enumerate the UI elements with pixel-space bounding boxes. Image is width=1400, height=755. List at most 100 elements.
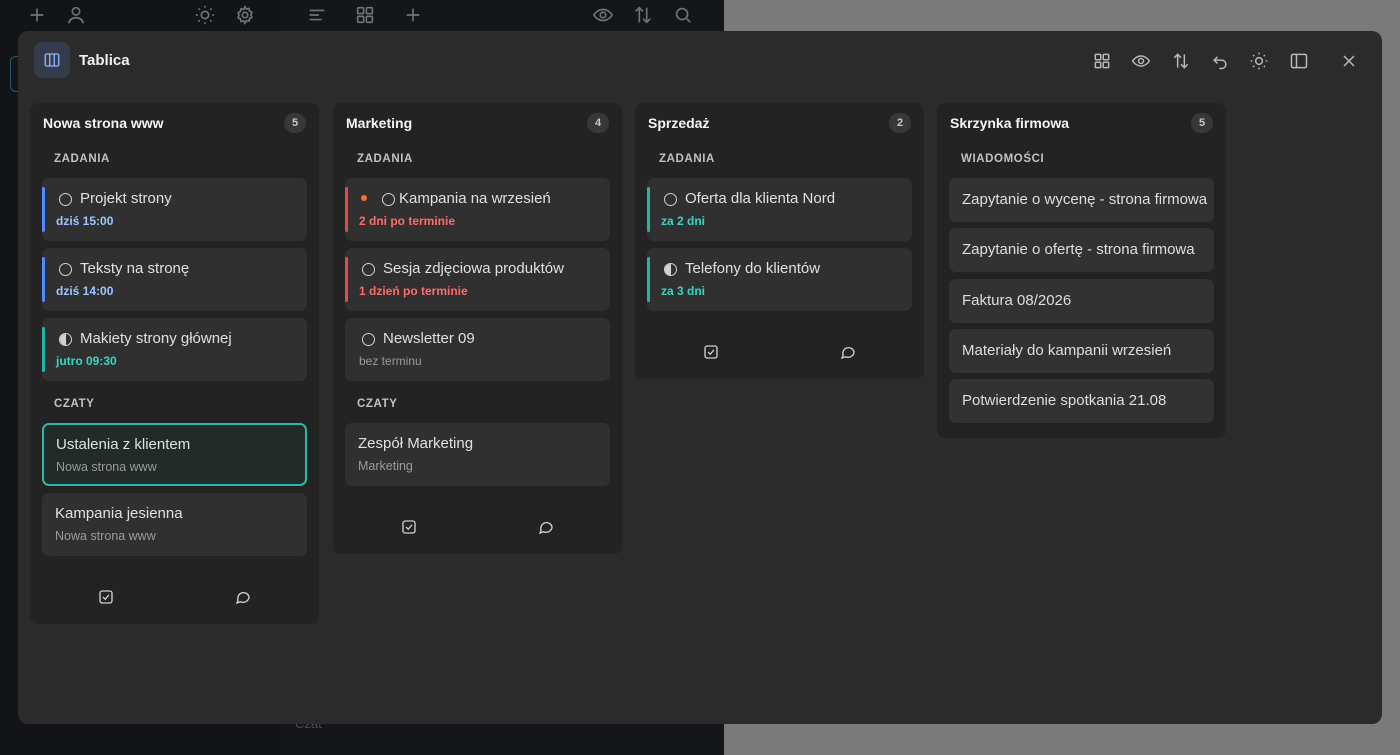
section-label: CZATY	[54, 398, 95, 410]
task-title: Sesja zdjęciowa produktów	[383, 260, 564, 277]
chat-title: Kampania jesienna	[55, 505, 183, 522]
task-status-circle-icon[interactable]	[362, 333, 375, 346]
chat-card-active[interactable]: Ustalenia z klientem Nowa strona www	[42, 423, 307, 486]
chat-project: Nowa strona www	[56, 460, 157, 474]
search-icon	[672, 4, 694, 26]
board-column: Skrzynka firmowa 5 WIADOMOŚCI Zapytanie …	[937, 103, 1226, 438]
task-status-circle-icon[interactable]	[362, 263, 375, 276]
board-column: Marketing 4 ZADANIA Kampania na wrzesień…	[333, 103, 622, 554]
add-task-checkbox-icon[interactable]	[97, 588, 117, 608]
task-accent-bar	[647, 187, 650, 232]
brightness-icon[interactable]	[1248, 50, 1270, 72]
task-title: Oferta dla klienta Nord	[685, 190, 836, 207]
add-chat-bubble-icon[interactable]	[537, 518, 557, 538]
task-title: Telefony do klientów	[685, 260, 821, 277]
grid-icon[interactable]	[1091, 50, 1113, 72]
column-footer	[635, 311, 924, 379]
task-due: 1 dzień po terminie	[359, 284, 468, 298]
add-chat-bubble-icon[interactable]	[839, 343, 859, 363]
task-card[interactable]: Projekt strony dziś 15:00	[42, 178, 307, 241]
eye-icon[interactable]	[1130, 50, 1152, 72]
section-label: ZADANIA	[54, 153, 110, 165]
message-card[interactable]: Zapytanie o ofertę - strona firmowa	[949, 228, 1214, 272]
task-accent-bar	[345, 257, 348, 302]
column-footer	[333, 486, 622, 554]
brightness-icon	[194, 4, 216, 26]
task-title: Newsletter 09	[383, 330, 475, 347]
message-card[interactable]: Materiały do kampanii wrzesień	[949, 329, 1214, 373]
task-title: Teksty na stronę	[80, 260, 190, 277]
task-status-circle-icon[interactable]	[382, 193, 395, 206]
column-title: Skrzynka firmowa	[950, 115, 1070, 131]
column-header: Nowa strona www 5	[30, 103, 319, 143]
section-label: ZADANIA	[659, 153, 715, 165]
unread-dot-icon	[361, 195, 367, 201]
task-accent-bar	[647, 257, 650, 302]
column-count-badge: 4	[587, 113, 609, 133]
task-accent-bar	[345, 187, 348, 232]
message-title: Faktura 08/2026	[962, 292, 1072, 309]
task-due: dziś 15:00	[56, 214, 114, 228]
message-title: Materiały do kampanii wrzesień	[962, 342, 1172, 359]
task-half-progress-icon[interactable]	[59, 333, 72, 346]
task-card[interactable]: Newsletter 09 bez terminu	[345, 318, 610, 381]
sort-icon[interactable]	[1170, 50, 1192, 72]
board-column: Sprzedaż 2 ZADANIA Oferta dla klienta No…	[635, 103, 924, 379]
task-title: Makiety strony głównej	[80, 330, 232, 347]
task-status-circle-icon[interactable]	[59, 193, 72, 206]
task-due: bez terminu	[359, 354, 422, 368]
message-title: Zapytanie o wycenę - strona firmowa	[962, 191, 1208, 208]
task-due: 2 dni po terminie	[359, 214, 456, 228]
board-title: Tablica	[79, 52, 130, 69]
undo-icon[interactable]	[1209, 50, 1231, 72]
add-task-checkbox-icon[interactable]	[400, 518, 420, 538]
column-count-badge: 2	[889, 113, 911, 133]
column-title: Marketing	[346, 115, 413, 131]
task-status-circle-icon[interactable]	[664, 193, 677, 206]
task-card[interactable]: Makiety strony głównej jutro 09:30	[42, 318, 307, 381]
gear-icon	[234, 4, 256, 26]
board-modal: Tablica Nowa strona www 5 ZADANIA Projek…	[18, 31, 1382, 724]
task-card[interactable]: Telefony do klientów za 3 dni	[647, 248, 912, 311]
user-icon	[65, 4, 87, 26]
task-status-circle-icon[interactable]	[59, 263, 72, 276]
column-title: Nowa strona www	[43, 115, 164, 131]
chat-title: Ustalenia z klientem	[56, 436, 191, 453]
message-card[interactable]: Faktura 08/2026	[949, 279, 1214, 323]
column-header: Skrzynka firmowa 5	[937, 103, 1226, 143]
task-accent-bar	[42, 187, 45, 232]
chat-project: Marketing	[358, 459, 413, 473]
task-accent-bar	[42, 327, 45, 372]
task-card[interactable]: Oferta dla klienta Nord za 2 dni	[647, 178, 912, 241]
add-task-checkbox-icon[interactable]	[702, 343, 722, 363]
section-label: CZATY	[357, 398, 398, 410]
column-title: Sprzedaż	[648, 115, 710, 131]
task-card[interactable]: Teksty na stronę dziś 14:00	[42, 248, 307, 311]
task-card[interactable]: Kampania na wrzesień 2 dni po terminie	[345, 178, 610, 241]
task-due: jutro 09:30	[56, 354, 117, 368]
grid-icon	[354, 4, 376, 26]
message-title: Zapytanie o ofertę - strona firmowa	[962, 241, 1195, 258]
task-card[interactable]: Sesja zdjęciowa produktów 1 dzień po ter…	[345, 248, 610, 311]
board-columns-icon[interactable]	[34, 42, 70, 78]
chat-title: Zespół Marketing	[358, 435, 474, 452]
task-half-progress-icon[interactable]	[664, 263, 677, 276]
task-due: za 2 dni	[661, 214, 706, 228]
add-chat-bubble-icon[interactable]	[234, 588, 254, 608]
chat-card[interactable]: Zespół Marketing Marketing	[345, 423, 610, 486]
message-card[interactable]: Zapytanie o wycenę - strona firmowa	[949, 178, 1214, 222]
message-card[interactable]: Potwierdzenie spotkania 21.08	[949, 379, 1214, 423]
column-header: Marketing 4	[333, 103, 622, 143]
sidebar-icon[interactable]	[1288, 50, 1310, 72]
task-title: Projekt strony	[80, 190, 172, 207]
chat-card[interactable]: Kampania jesienna Nowa strona www	[42, 493, 307, 556]
column-footer	[937, 423, 1226, 438]
board-header: Tablica	[18, 31, 1382, 89]
close-icon[interactable]	[1338, 50, 1360, 72]
eye-icon	[592, 4, 614, 26]
section-label: WIADOMOŚCI	[961, 153, 1045, 165]
task-accent-bar	[42, 257, 45, 302]
column-count-badge: 5	[284, 113, 306, 133]
column-count-badge: 5	[1191, 113, 1213, 133]
task-due: dziś 14:00	[56, 284, 114, 298]
